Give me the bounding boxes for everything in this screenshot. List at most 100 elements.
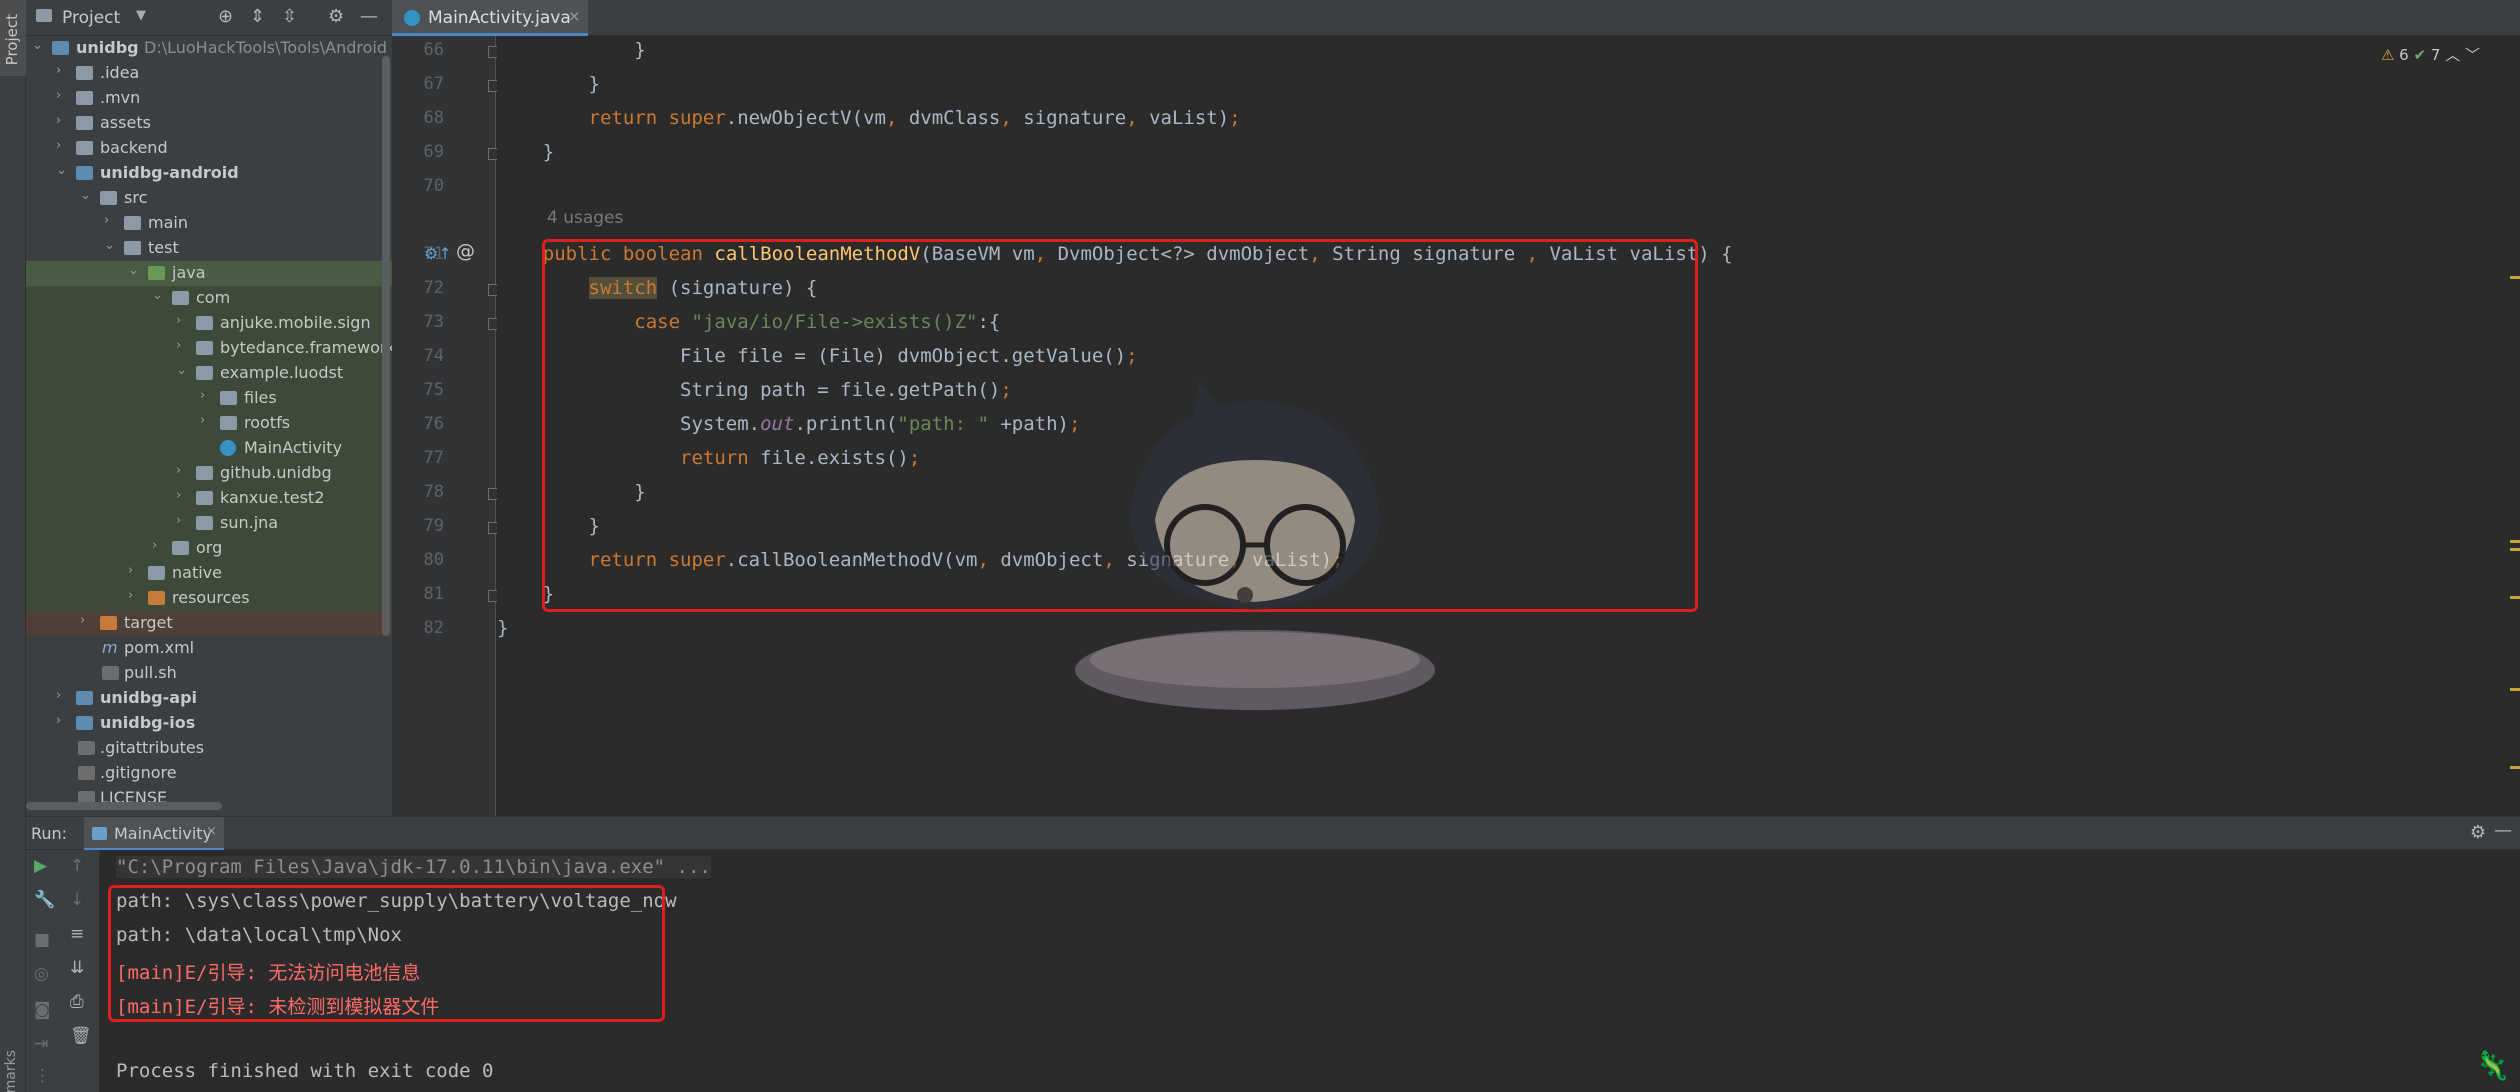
chevron-right-icon[interactable]: › bbox=[176, 463, 181, 478]
arrow-down-icon[interactable]: ↓ bbox=[70, 890, 84, 910]
chevron-right-icon[interactable]: › bbox=[56, 113, 61, 128]
close-icon[interactable]: × bbox=[206, 824, 217, 839]
stripe-mark[interactable] bbox=[2510, 540, 2520, 543]
stop-icon[interactable]: ■ bbox=[34, 930, 50, 950]
tree-item[interactable]: › target bbox=[26, 611, 392, 636]
chevron-down-icon[interactable]: ⌄ bbox=[104, 238, 115, 253]
tree-item[interactable]: › anjuke.mobile.sign bbox=[26, 311, 392, 336]
chevron-right-icon[interactable]: › bbox=[104, 213, 109, 228]
minimize-icon[interactable]: — bbox=[360, 6, 378, 27]
minimize-icon[interactable]: — bbox=[2494, 820, 2512, 841]
close-icon[interactable]: × bbox=[568, 7, 581, 25]
tree-item[interactable]: › .mvn bbox=[26, 86, 392, 111]
locate-icon[interactable]: ⊕ bbox=[218, 6, 233, 27]
print-icon[interactable]: ⎙ bbox=[70, 992, 84, 1012]
tree-item[interactable]: ⌄ com bbox=[26, 286, 392, 311]
more-icon[interactable]: ⋮ bbox=[34, 1066, 51, 1086]
tree-item[interactable]: ⌄ src bbox=[26, 186, 392, 211]
tree-item[interactable]: ⌄ unidbg-android bbox=[26, 161, 392, 186]
tree-item[interactable]: .gitignore bbox=[26, 761, 392, 786]
chevron-right-icon[interactable]: › bbox=[176, 338, 181, 353]
vertical-scrollbar[interactable] bbox=[382, 56, 390, 636]
usages-hint[interactable]: 4 usages bbox=[547, 208, 623, 228]
chevron-down-icon[interactable]: ⌄ bbox=[128, 263, 139, 278]
tree-item[interactable]: › bytedance.frameworks. bbox=[26, 336, 392, 361]
rerun-icon[interactable]: ▶ bbox=[34, 856, 47, 876]
stripe-mark[interactable] bbox=[2510, 688, 2520, 691]
trash-icon[interactable]: 🗑 bbox=[70, 1026, 92, 1046]
stripe-mark[interactable] bbox=[2510, 766, 2520, 769]
chevron-right-icon[interactable]: › bbox=[176, 313, 181, 328]
chevron-down-icon[interactable]: ▼ bbox=[136, 8, 146, 23]
tree-item[interactable]: ⌄ example.luodst bbox=[26, 361, 392, 386]
horizontal-scrollbar[interactable] bbox=[26, 802, 222, 810]
gear-icon[interactable]: ⚙ bbox=[328, 6, 344, 27]
stripe-mark[interactable] bbox=[2510, 276, 2520, 279]
run-tab-mainactivity[interactable]: MainActivity × bbox=[84, 817, 224, 851]
tree-item[interactable]: ⌄ unidbg D:\LuoHackTools\Tools\Android bbox=[26, 36, 392, 61]
soft-wrap-icon[interactable]: ≡ bbox=[70, 924, 84, 944]
tree-item[interactable]: › assets bbox=[26, 111, 392, 136]
chevron-right-icon[interactable]: › bbox=[56, 713, 61, 728]
chevron-right-icon[interactable]: › bbox=[56, 688, 61, 703]
tree-item[interactable]: ⌄ test bbox=[26, 236, 392, 261]
chevron-down-icon[interactable]: ⌄ bbox=[56, 163, 67, 178]
chevron-up-icon[interactable]: ︿ bbox=[2445, 46, 2460, 64]
annotation-gutter-icon[interactable]: @ bbox=[456, 240, 475, 262]
chevron-right-icon[interactable]: › bbox=[176, 513, 181, 528]
chevron-right-icon[interactable]: › bbox=[56, 88, 61, 103]
scroll-to-end-icon[interactable]: ⇊ bbox=[70, 958, 84, 978]
import-icon[interactable]: ⇥ bbox=[34, 1034, 48, 1054]
tree-item[interactable]: › .idea bbox=[26, 61, 392, 86]
tree-item[interactable]: › kanxue.test2 bbox=[26, 486, 392, 511]
tree-item[interactable]: › unidbg-api bbox=[26, 686, 392, 711]
wrench-icon[interactable]: 🔧 bbox=[34, 890, 55, 910]
tree-item[interactable]: › github.unidbg bbox=[26, 461, 392, 486]
tree-item[interactable]: pull.sh bbox=[26, 661, 392, 686]
camera-icon[interactable]: ◙ bbox=[34, 1000, 51, 1020]
chevron-down-icon[interactable]: ⌄ bbox=[80, 188, 91, 203]
chevron-right-icon[interactable]: › bbox=[80, 613, 85, 628]
tree-item[interactable]: › sun.jna bbox=[26, 511, 392, 536]
tree-item[interactable]: MainActivity bbox=[26, 436, 392, 461]
restore-layout-icon[interactable]: ◎ bbox=[34, 964, 49, 984]
tree-item[interactable]: › resources bbox=[26, 586, 392, 611]
stripe-mark[interactable] bbox=[2510, 548, 2520, 551]
project-tool-label[interactable]: Project bbox=[3, 14, 21, 65]
override-gutter-icon[interactable]: ⚙↑ bbox=[424, 244, 452, 263]
bookmarks-tool-label[interactable]: Bookmarks bbox=[3, 1050, 19, 1092]
tree-item[interactable]: › backend bbox=[26, 136, 392, 161]
tree-item[interactable]: › rootfs bbox=[26, 411, 392, 436]
chevron-right-icon[interactable]: › bbox=[200, 413, 205, 428]
chevron-down-icon[interactable]: ⌄ bbox=[176, 363, 187, 378]
chevron-right-icon[interactable]: › bbox=[56, 138, 61, 153]
chevron-right-icon[interactable]: › bbox=[128, 588, 133, 603]
tree-item[interactable]: › files bbox=[26, 386, 392, 411]
chevron-right-icon[interactable]: › bbox=[152, 538, 157, 553]
chevron-right-icon[interactable]: › bbox=[200, 388, 205, 403]
chevron-right-icon[interactable]: › bbox=[128, 563, 133, 578]
chevron-down-icon[interactable]: ⌄ bbox=[152, 288, 163, 303]
console-command-line[interactable]: "C:\Program Files\Java\jdk-17.0.11\bin\j… bbox=[116, 856, 711, 878]
tree-item[interactable]: › org bbox=[26, 536, 392, 561]
tree-item[interactable]: › unidbg-ios bbox=[26, 711, 392, 736]
chevron-down-icon[interactable]: ﹀ bbox=[2465, 46, 2480, 64]
arrow-up-icon[interactable]: ↑ bbox=[70, 856, 84, 876]
collapse-all-icon[interactable]: ⇳ bbox=[282, 6, 297, 27]
package-icon bbox=[172, 541, 189, 555]
project-view-selector[interactable]: Project bbox=[62, 8, 120, 28]
tree-item[interactable]: › main bbox=[26, 211, 392, 236]
tree-item[interactable]: .gitattributes bbox=[26, 736, 392, 761]
tree-item[interactable]: ⌄ java bbox=[26, 261, 392, 286]
tree-item[interactable]: m pom.xml bbox=[26, 636, 392, 661]
tab-mainactivity-java[interactable]: MainActivity.java × bbox=[392, 0, 588, 36]
inspection-status[interactable]: ⚠ 6 ✔ 7 ︿ ﹀ bbox=[2381, 44, 2480, 65]
stripe-mark[interactable] bbox=[2510, 596, 2520, 599]
expand-all-icon[interactable]: ⇕ bbox=[250, 6, 265, 27]
chevron-right-icon[interactable]: › bbox=[56, 63, 61, 78]
folder-icon bbox=[76, 691, 93, 705]
tree-item[interactable]: › native bbox=[26, 561, 392, 586]
chevron-down-icon[interactable]: ⌄ bbox=[32, 38, 43, 53]
gear-icon[interactable]: ⚙ bbox=[2470, 822, 2486, 843]
chevron-right-icon[interactable]: › bbox=[176, 488, 181, 503]
